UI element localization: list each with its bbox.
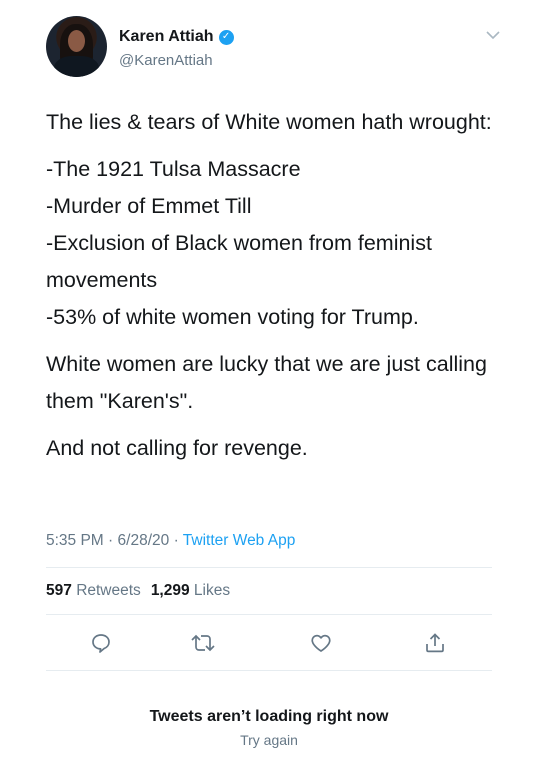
divider [46, 567, 492, 568]
tweet-line: And not calling for revenge. [46, 436, 308, 460]
avatar-face [68, 30, 85, 52]
likes-count: 1,299 [150, 582, 190, 599]
tweet-line: -Exclusion of Black women from feminist … [46, 231, 432, 292]
tweet-line: White women are lucky that we are just c… [46, 352, 487, 413]
tweet-text: The lies & tears of White women hath wro… [46, 104, 496, 467]
retweet-icon [191, 634, 215, 652]
reply-icon [92, 634, 110, 653]
tweet-line: -53% of white women voting for Trump. [46, 305, 419, 329]
tweet-header: Karen Attiah ✓ @KarenAttiah [46, 16, 506, 80]
divider [46, 670, 492, 671]
tweet-source-app[interactable]: Twitter Web App [183, 532, 296, 549]
tweet-line: -The 1921 Tulsa Massacre [46, 157, 301, 181]
retweets-label: Retweets [76, 582, 141, 599]
retweets-stat[interactable]: 597 Retweets [46, 582, 141, 600]
likes-stat[interactable]: 1,299 Likes [151, 582, 230, 600]
retweets-count: 597 [46, 582, 72, 599]
meta-separator: · [173, 532, 179, 549]
tweet-actions [46, 626, 492, 662]
tweet-stats: 597 Retweets 1,299 Likes [46, 582, 230, 600]
verified-badge-icon: ✓ [218, 29, 234, 45]
author-name[interactable]: Karen Attiah [119, 28, 214, 46]
tweet-line: The lies & tears of White women hath wro… [46, 110, 492, 134]
chevron-down-icon[interactable] [484, 26, 502, 44]
likes-label: Likes [193, 582, 231, 599]
author-handle[interactable]: @KarenAttiah [119, 52, 213, 69]
meta-separator: · [108, 532, 114, 549]
share-button[interactable] [418, 626, 452, 660]
retweet-button[interactable] [186, 626, 220, 660]
reply-button[interactable] [84, 626, 118, 660]
divider [46, 614, 492, 615]
avatar[interactable] [46, 16, 107, 77]
author-name-row[interactable]: Karen Attiah ✓ [119, 28, 234, 46]
heart-icon [311, 634, 331, 652]
tweet-time[interactable]: 5:35 PM [46, 532, 104, 549]
tweet-line: -Murder of Emmet Till [46, 194, 252, 218]
loading-error-title: Tweets aren’t loading right now [149, 708, 389, 725]
tweet-meta: 5:35 PM · 6/28/20 · Twitter Web App [46, 532, 295, 550]
like-button[interactable] [304, 626, 338, 660]
try-again-link[interactable]: Try again [0, 732, 538, 748]
tweet-date[interactable]: 6/28/20 [118, 532, 170, 549]
avatar-body [54, 56, 99, 77]
share-icon [426, 633, 444, 653]
